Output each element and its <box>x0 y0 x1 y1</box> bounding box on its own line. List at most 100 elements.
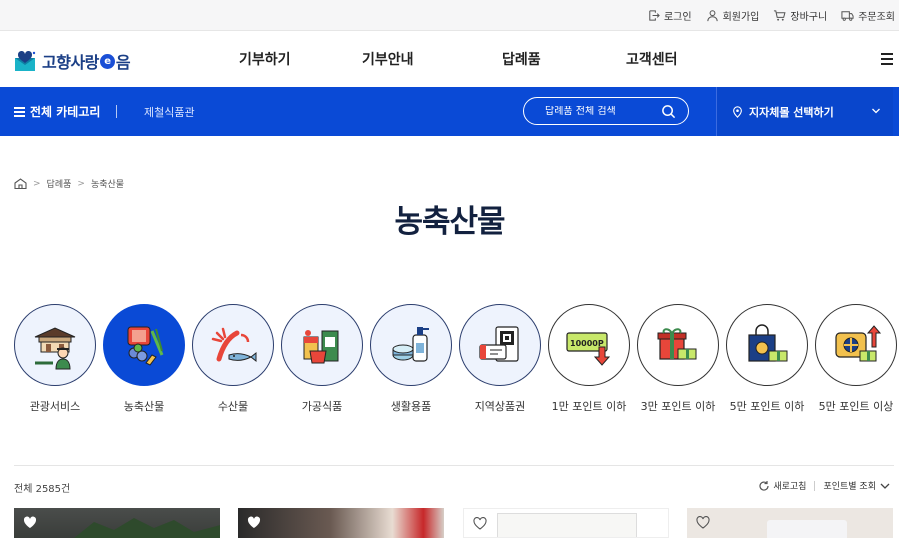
order-lookup-link[interactable]: 주문조회 <box>841 8 895 23</box>
all-categories-button[interactable]: 전체 카테고리 <box>14 87 100 136</box>
product-grid <box>14 508 894 538</box>
refresh-button[interactable]: 새로고침 <box>758 479 806 492</box>
category-gift-voucher[interactable]: 지역상품권 <box>459 304 541 414</box>
region-mall-selector[interactable]: 지자체몰 선택하기 <box>716 87 893 136</box>
category-label: 생활용품 <box>390 400 432 413</box>
breadcrumb-separator: > <box>77 178 85 189</box>
category-under-10k-points[interactable]: 10000P 1만 포인트 이하 <box>548 304 630 414</box>
point-voucher-icon: 10000P <box>566 332 611 366</box>
category-label: 5만 포인트 이상 <box>818 400 894 413</box>
section-divider <box>14 465 894 466</box>
login-label: 로그인 <box>663 12 692 23</box>
tourism-icon <box>34 327 76 370</box>
category-navbar: 전체 카테고리 제철식품관 지자체몰 선택하기 <box>0 87 899 136</box>
category-under-50k-points[interactable]: 5만 포인트 이하 <box>726 304 808 414</box>
wishlist-heart-icon[interactable] <box>473 517 487 530</box>
category-over-50k-points[interactable]: 5만 포인트 이상 <box>815 304 897 414</box>
category-processed-food[interactable]: 가공식품 <box>281 304 363 414</box>
category-under-30k-points[interactable]: 3만 포인트 이하 <box>637 304 719 414</box>
gnb-donation-guide[interactable]: 기부안내 <box>362 31 414 87</box>
search-icon[interactable] <box>661 104 676 119</box>
category-agriculture[interactable]: 농축산물 <box>103 304 185 414</box>
hamburger-menu-icon[interactable] <box>881 53 893 65</box>
wishlist-heart-icon[interactable] <box>247 516 261 529</box>
product-card[interactable] <box>14 508 220 538</box>
cart-label: 장바구니 <box>790 12 828 23</box>
category-tourism[interactable]: 관광서비스 <box>14 304 96 414</box>
gnb-gifts[interactable]: 답례품 <box>502 31 541 87</box>
breadcrumb-separator: > <box>33 178 41 189</box>
category-label: 관광서비스 <box>29 400 81 413</box>
breadcrumb: > 답례품 > 농축산물 <box>14 177 124 190</box>
top-links: 로그인 회원가입 장바구니 주문조회 <box>647 0 895 31</box>
signup-link[interactable]: 회원가입 <box>706 8 760 23</box>
category-circle <box>14 304 96 386</box>
seafood-icon <box>211 327 257 363</box>
product-card[interactable] <box>463 508 669 538</box>
refresh-label: 새로고침 <box>773 482 807 492</box>
category-circle <box>281 304 363 386</box>
wishlist-heart-icon[interactable] <box>23 516 37 529</box>
gift-search-box <box>523 97 689 125</box>
cart-icon <box>774 10 786 21</box>
main-header: 고향사랑 e 음 기부하기 기부안내 답례품 고객센터 <box>0 31 899 87</box>
sort-label: 포인트별 조회 <box>823 482 876 492</box>
processed-food-icon <box>303 330 339 364</box>
product-card[interactable] <box>238 508 444 538</box>
page-title: 농축산물 <box>394 204 505 240</box>
breadcrumb-gifts[interactable]: 답례품 <box>47 177 72 190</box>
nav-divider <box>116 105 117 118</box>
region-mall-label: 지자체몰 선택하기 <box>749 105 834 119</box>
category-circle: 10000P <box>548 304 630 386</box>
category-label: 가공식품 <box>301 400 343 413</box>
breadcrumb-current[interactable]: 농축산물 <box>91 177 124 190</box>
category-circle <box>726 304 808 386</box>
total-count: 전체 2585건 <box>14 484 71 495</box>
location-pin-icon <box>733 105 742 118</box>
cart-link[interactable]: 장바구니 <box>773 8 827 23</box>
login-link[interactable]: 로그인 <box>647 8 692 23</box>
user-icon <box>706 10 718 22</box>
product-image <box>767 520 847 538</box>
home-icon[interactable] <box>14 178 27 189</box>
chevron-down-icon <box>872 108 880 114</box>
gift-search-input[interactable] <box>545 105 655 117</box>
product-image <box>497 513 637 537</box>
category-circle <box>192 304 274 386</box>
category-label: 수산물 <box>217 400 249 413</box>
category-household-goods[interactable]: 생활용품 <box>370 304 452 414</box>
category-label: 5만 포인트 이하 <box>729 400 805 413</box>
category-circle <box>815 304 897 386</box>
logo-text-part1: 고향사랑 <box>42 53 99 72</box>
site-logo[interactable]: 고향사랑 e 음 <box>14 49 131 73</box>
category-list: 관광서비스 농축산물 수산물 가공식품 생활용품 지역상품권 10000P 1만… <box>14 304 899 424</box>
list-tools: 새로고침 포인트별 조회 <box>758 479 891 492</box>
logo-text: 고향사랑 e 음 <box>42 49 131 73</box>
top-utility-bar: 로그인 회원가입 장바구니 주문조회 <box>0 0 899 31</box>
chevron-down-icon <box>880 483 890 489</box>
category-label: 지역상품권 <box>474 400 526 413</box>
all-categories-label: 전체 카테고리 <box>30 105 101 119</box>
gnb-customer-center[interactable]: 고객센터 <box>626 31 678 87</box>
category-label: 농축산물 <box>123 400 165 413</box>
gift-box-icon <box>657 328 697 360</box>
logo-text-part2: 음 <box>115 53 131 72</box>
agriculture-icon <box>127 326 164 366</box>
delivery-truck-icon <box>841 11 854 21</box>
gift-voucher-icon <box>479 326 519 362</box>
category-circle <box>103 304 185 386</box>
gnb-donate[interactable]: 기부하기 <box>239 31 291 87</box>
shopping-bag-icon <box>748 324 788 362</box>
category-seafood[interactable]: 수산물 <box>192 304 274 414</box>
category-circle <box>459 304 541 386</box>
sort-dropdown[interactable]: 포인트별 조회 <box>823 479 891 492</box>
order-lookup-label: 주문조회 <box>858 12 895 23</box>
signup-label: 회원가입 <box>722 12 760 23</box>
seasonal-food-link[interactable]: 제철식품관 <box>144 87 195 136</box>
tool-divider <box>814 480 816 491</box>
menu-bars-icon <box>14 105 25 119</box>
wishlist-heart-icon[interactable] <box>696 516 710 529</box>
heart-envelope-icon <box>14 50 38 72</box>
product-card[interactable] <box>687 508 893 538</box>
logo-e-badge: e <box>99 53 115 69</box>
